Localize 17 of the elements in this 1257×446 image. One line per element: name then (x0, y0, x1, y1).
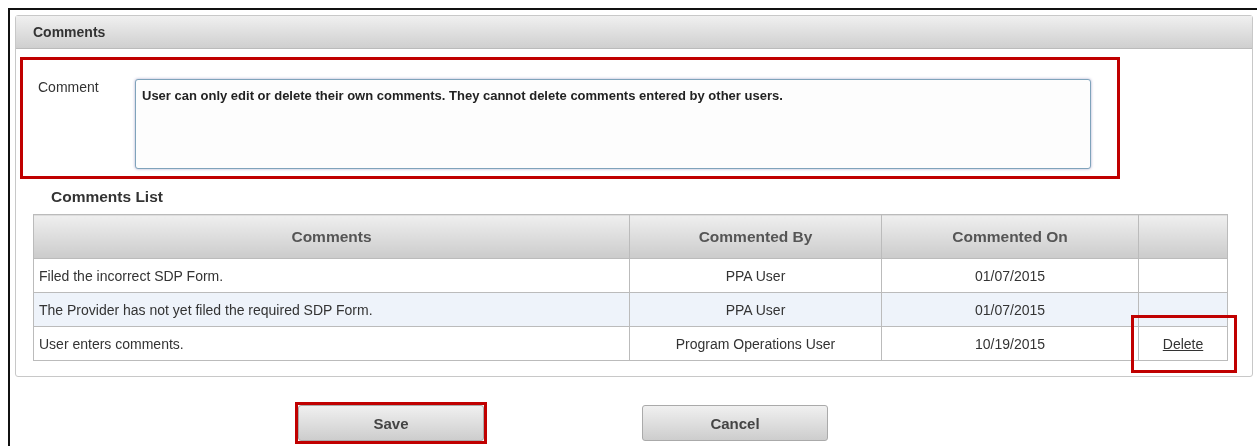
table-cell: 01/07/2015 (881, 258, 1139, 293)
column-header: Comments (33, 214, 630, 259)
table-cell: PPA User (629, 258, 882, 293)
table-cell: Filed the incorrect SDP Form. (33, 258, 630, 293)
column-header: Commented By (629, 214, 882, 259)
comment-field[interactable]: User can only edit or delete their own comments. They cannot delete comments entered by other users. (135, 79, 1091, 169)
panel-header: Comments (16, 16, 1252, 49)
table-cell: User enters comments. (33, 326, 630, 361)
table-cell: PPA User (629, 292, 882, 327)
table-cell: The Provider has not yet filed the required SDP Form. (33, 292, 630, 327)
table-cell: 01/07/2015 (881, 292, 1139, 327)
list-title: Comments List (51, 188, 164, 207)
form-button[interactable]: Cancel (642, 405, 828, 441)
form-button[interactable]: Save (298, 405, 484, 441)
column-header: Commented On (881, 214, 1139, 259)
table-cell: Program Operations User (629, 326, 882, 361)
comment-label: Comment (38, 79, 100, 97)
